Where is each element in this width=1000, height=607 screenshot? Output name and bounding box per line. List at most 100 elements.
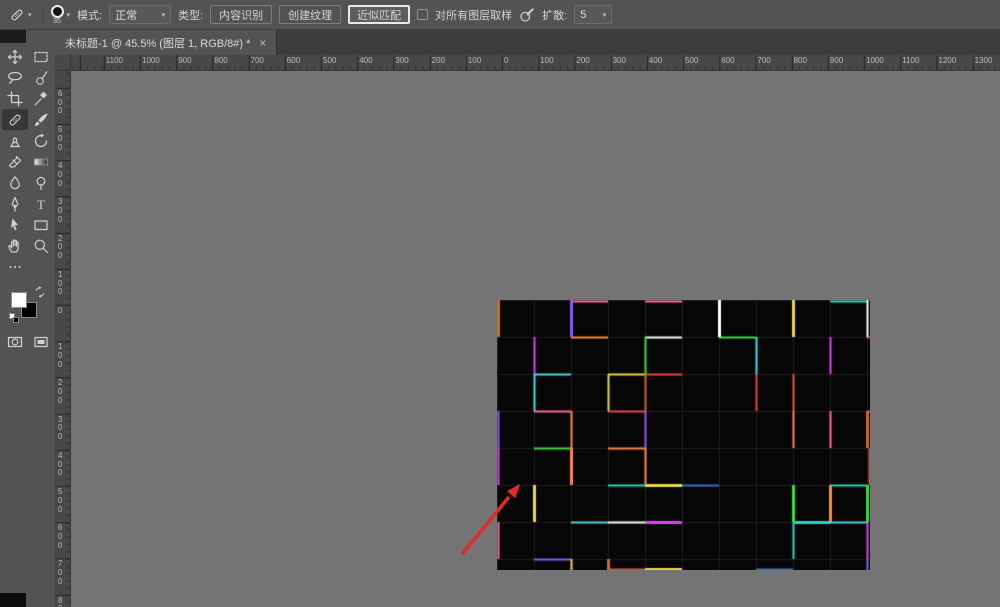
diffusion-select[interactable]: 5 ▾ (574, 5, 612, 24)
tool-eyedropper[interactable] (28, 88, 54, 109)
h-ruler-number: 400 (359, 57, 372, 65)
v-ruler-number: 300 (58, 416, 64, 442)
v-ruler-number: 600 (58, 524, 64, 550)
default-colors-icon[interactable] (9, 313, 20, 324)
spot-healing-brush-icon (9, 7, 25, 23)
v-ruler-number: 300 (58, 198, 64, 224)
clone-stamp-icon (7, 133, 23, 149)
blur-drop-icon (7, 175, 23, 191)
quick-mask-button[interactable] (2, 331, 28, 352)
v-ruler-number: 700 (58, 560, 64, 586)
v-ruler-number: 200 (58, 235, 64, 261)
toolbar: T (0, 30, 55, 607)
window-corner (0, 593, 26, 607)
dodge-icon (33, 175, 49, 191)
h-ruler-number: 500 (685, 57, 698, 65)
tool-path-selection[interactable] (2, 214, 28, 235)
tool-gradient[interactable] (28, 151, 54, 172)
h-ruler-number: 1200 (938, 57, 956, 65)
tool-zoom[interactable] (28, 235, 54, 256)
brush-icon (33, 112, 49, 128)
h-ruler-number: 700 (757, 57, 770, 65)
quick-selection-icon (33, 70, 49, 86)
document-tab-bar: 未标题-1 @ 45.5% (图层 1, RGB/8#) * × (55, 30, 1000, 55)
type-button-0[interactable]: 内容识别 (210, 5, 272, 24)
path-selection-icon (7, 217, 23, 233)
type-label: 类型: (178, 7, 203, 23)
tool-type[interactable]: T (28, 193, 54, 214)
h-ruler-number: 1300 (975, 57, 993, 65)
tool-brush[interactable] (28, 109, 54, 130)
tool-rectangle-shape[interactable] (28, 214, 54, 235)
v-ruler-number: 100 (58, 343, 64, 369)
h-ruler-number: 600 (721, 57, 734, 65)
lasso-icon (7, 70, 23, 86)
toolbar-collapse-strip[interactable] (0, 30, 26, 43)
h-ruler-number: 800 (214, 57, 227, 65)
tool-dodge[interactable] (28, 172, 54, 193)
tool-clone-stamp[interactable] (2, 130, 28, 151)
eraser-icon (7, 154, 23, 170)
divider (42, 5, 43, 25)
tablet-pressure-icon[interactable] (519, 7, 535, 23)
tool-grid: T (0, 46, 55, 277)
tool-lasso[interactable] (2, 67, 28, 88)
eyedropper-icon (33, 91, 49, 107)
brush-size-picker[interactable]: 35 ▾ (51, 5, 71, 25)
brush-size-value: 35 (53, 18, 61, 25)
marquee-icon (33, 49, 49, 65)
tool-preset-picker[interactable]: ▾ (7, 5, 34, 25)
diffusion-value: 5 (580, 9, 586, 21)
h-ruler-number: 400 (649, 57, 662, 65)
type-icon: T (33, 196, 49, 212)
hand-icon (7, 238, 23, 254)
h-ruler-number: 500 (323, 57, 336, 65)
photoshop-window: ▾ 35 ▾ 模式: 正常 ▾ 类型: 内容识别 创建纹理 近似匹配 对所有图层… (0, 0, 1000, 607)
v-ruler-number: 200 (58, 379, 64, 405)
foreground-color-swatch[interactable] (11, 292, 27, 308)
tool-quick-selection[interactable] (28, 67, 54, 88)
more-options-icon (7, 259, 23, 275)
horizontal-ruler[interactable]: 1100100090080070060050040030020010001002… (71, 55, 1000, 71)
v-ruler-number: 500 (58, 488, 64, 514)
h-ruler-number: 900 (178, 57, 191, 65)
chevron-down-icon: ▾ (603, 11, 607, 19)
document-canvas[interactable] (497, 300, 870, 570)
screen-mode-button[interactable] (28, 331, 54, 352)
mode-select[interactable]: 正常 ▾ (109, 5, 171, 24)
tool-grid-spacer (28, 256, 54, 277)
tool-spot-healing-brush[interactable] (2, 109, 28, 130)
toolbar-bottom-icons (0, 331, 55, 352)
swap-colors-icon[interactable] (34, 286, 46, 298)
tool-eraser[interactable] (2, 151, 28, 172)
sample-all-layers-label: 对所有图层取样 (435, 7, 512, 23)
v-ruler-number: 400 (58, 452, 64, 478)
h-ruler-number: 300 (395, 57, 408, 65)
tool-more-options[interactable] (2, 256, 28, 277)
h-ruler-number: 1000 (142, 57, 160, 65)
vertical-ruler[interactable]: 6005004003002001000100200300400500600700… (55, 71, 71, 607)
tool-pen[interactable] (2, 193, 28, 214)
tool-blur[interactable] (2, 172, 28, 193)
tool-hand[interactable] (2, 235, 28, 256)
h-ruler-number: 800 (794, 57, 807, 65)
sample-all-layers-checkbox[interactable] (417, 9, 428, 20)
tool-move[interactable] (2, 46, 28, 67)
options-bar: ▾ 35 ▾ 模式: 正常 ▾ 类型: 内容识别 创建纹理 近似匹配 对所有图层… (0, 0, 1000, 30)
h-ruler-number: 700 (251, 57, 264, 65)
crop-icon (7, 91, 23, 107)
v-ruler-number: 600 (58, 90, 64, 116)
type-button-1[interactable]: 创建纹理 (279, 5, 341, 24)
document-tab-title: 未标题-1 @ 45.5% (图层 1, RGB/8#) * (65, 35, 250, 51)
tool-crop[interactable] (2, 88, 28, 109)
mode-value: 正常 (115, 7, 137, 23)
chevron-down-icon: ▾ (28, 11, 32, 19)
type-button-2[interactable]: 近似匹配 (348, 5, 410, 24)
tool-rectangular-marquee[interactable] (28, 46, 54, 67)
ruler-corner (55, 55, 71, 71)
tool-history-brush[interactable] (28, 130, 54, 151)
pen-icon (7, 196, 23, 212)
document-tab[interactable]: 未标题-1 @ 45.5% (图层 1, RGB/8#) * × (55, 30, 277, 55)
mini-background-swatch (13, 317, 19, 323)
tab-close-icon[interactable]: × (259, 37, 266, 49)
